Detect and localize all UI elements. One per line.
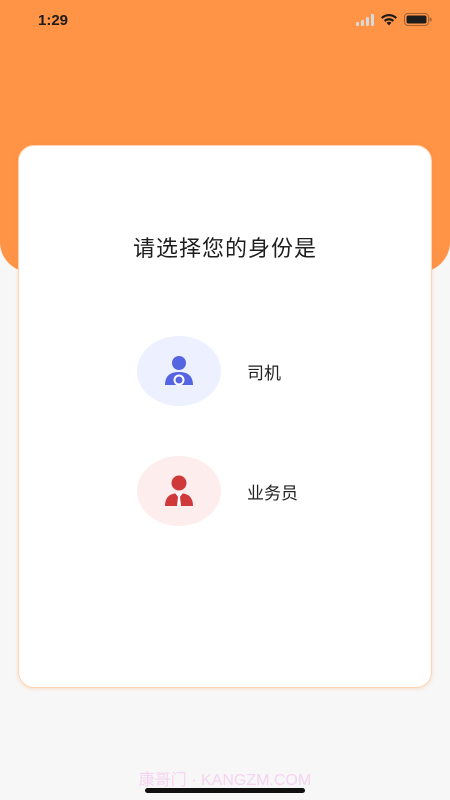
watermark: 康哥门 · KANGZM.COM (138, 772, 312, 789)
status-bar: 1:29 (0, 0, 450, 44)
wifi-icon (381, 13, 397, 26)
card-title: 请选择您的身份是 (132, 237, 317, 262)
role-option-driver[interactable]: 司机 (137, 336, 357, 406)
status-time: 1:29 (38, 12, 69, 29)
role-selection-card: 请选择您的身份是 司机 业务员 (18, 145, 432, 688)
role-option-salesperson[interactable]: 业务员 (137, 456, 357, 526)
role-label-salesperson: 业务员 (247, 483, 298, 504)
status-icons (356, 13, 432, 26)
signal-icon (356, 13, 374, 26)
salesperson-icon-circle (137, 456, 221, 526)
battery-icon (404, 13, 432, 26)
salesperson-icon (165, 475, 193, 506)
home-indicator[interactable] (145, 788, 305, 793)
driver-icon (165, 356, 193, 386)
role-label-driver: 司机 (247, 363, 281, 384)
driver-icon-circle (137, 336, 221, 406)
